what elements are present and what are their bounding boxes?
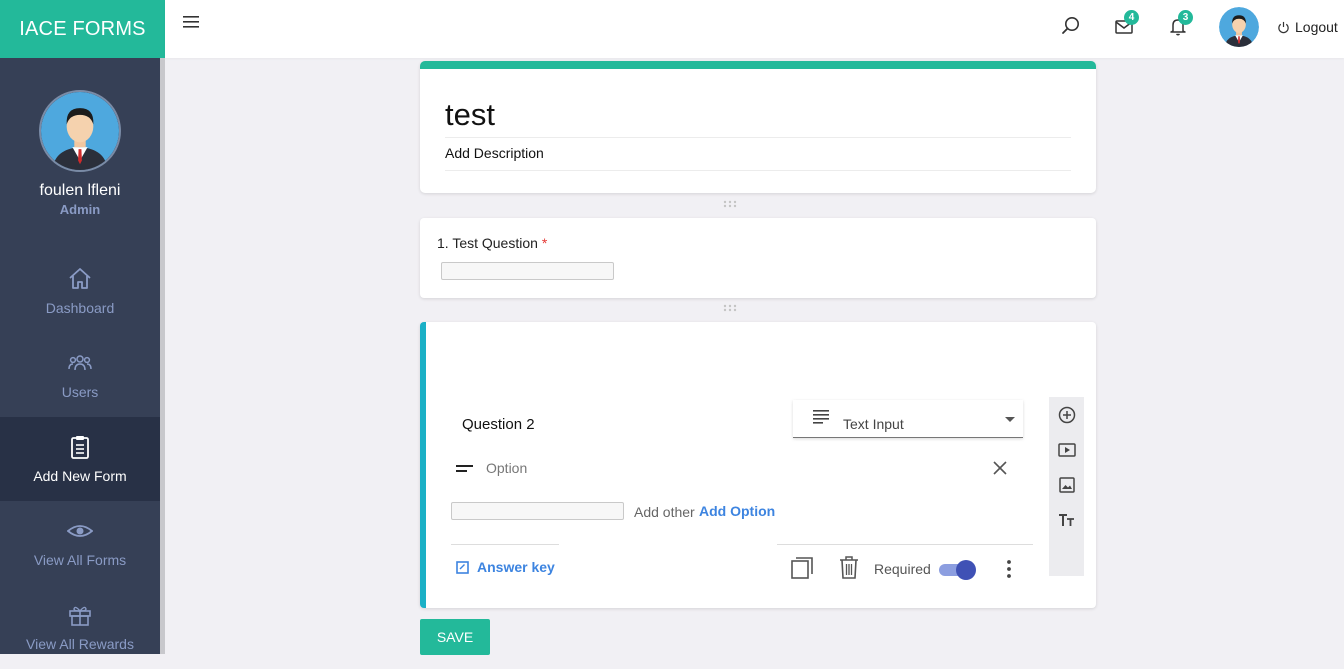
form-description[interactable]: Add Description xyxy=(445,145,1071,171)
sidebar-item-users[interactable]: Users xyxy=(0,333,160,417)
users-icon xyxy=(68,355,92,371)
avatar[interactable] xyxy=(1219,7,1259,47)
save-button[interactable]: SAVE xyxy=(420,619,490,655)
question-type-label: Text Input xyxy=(843,416,904,432)
question-1-text: 1. Test Question xyxy=(437,235,538,251)
question-card-2[interactable]: Question 2 Text Input Option Add other A… xyxy=(420,322,1096,608)
toggle-knob xyxy=(956,560,976,580)
sidebar-item-label: Users xyxy=(61,384,99,400)
form-title[interactable]: test xyxy=(445,97,1071,138)
sidebar-item-view-all-forms[interactable]: View All Forms xyxy=(0,501,160,585)
top-bar: 4 3 Logout xyxy=(165,0,1344,58)
gift-icon xyxy=(69,606,91,626)
image-icon[interactable] xyxy=(1057,475,1077,495)
add-option-link[interactable]: Add Option xyxy=(699,503,775,519)
option-input[interactable] xyxy=(451,502,624,520)
sidebar-scrollbar[interactable] xyxy=(160,58,165,654)
sidebar-avatar xyxy=(39,90,121,172)
sidebar-item-label: View All Forms xyxy=(33,552,127,568)
answer-key-label: Answer key xyxy=(477,559,555,575)
sidebar-item-view-all-rewards[interactable]: View All Rewards xyxy=(0,585,160,669)
video-icon[interactable] xyxy=(1057,440,1077,460)
question-2-title[interactable]: Question 2 xyxy=(462,416,535,433)
add-circle-icon[interactable] xyxy=(1057,405,1077,425)
user-role: Admin xyxy=(59,202,101,217)
question-1-label: 1. Test Question * xyxy=(437,235,547,251)
home-icon xyxy=(69,268,91,289)
question-1-answer-input[interactable] xyxy=(441,262,614,280)
menu-icon[interactable] xyxy=(183,14,201,30)
text-format-icon[interactable] xyxy=(1057,510,1077,530)
option-label[interactable]: Option xyxy=(486,460,527,476)
sidebar-item-label: Dashboard xyxy=(45,300,115,316)
required-mark: * xyxy=(541,235,548,251)
caret-down-icon xyxy=(1005,417,1015,422)
sidebar-item-label: Add New Form xyxy=(33,468,127,484)
checkbox-icon xyxy=(456,560,469,574)
close-icon[interactable] xyxy=(992,460,1008,476)
divider xyxy=(777,544,1033,545)
drag-handle-icon[interactable] xyxy=(722,200,738,208)
answer-key-button[interactable]: Answer key xyxy=(456,559,555,575)
divider xyxy=(451,544,559,545)
sidebar-item-add-new-form[interactable]: Add New Form xyxy=(0,417,160,501)
logout-button[interactable]: Logout xyxy=(1277,19,1338,35)
add-other-link[interactable]: Add other xyxy=(634,504,695,520)
sidebar-item-dashboard[interactable]: Dashboard xyxy=(0,249,160,333)
question-tools-panel xyxy=(1049,397,1084,576)
text-lines-icon xyxy=(813,410,829,424)
notification-count-badge: 3 xyxy=(1178,10,1193,25)
power-icon xyxy=(1278,21,1289,33)
copy-icon[interactable] xyxy=(790,556,814,580)
sidebar: foulen lfleni Admin Dashboard Users Add … xyxy=(0,58,160,654)
mail-count-badge: 4 xyxy=(1124,10,1139,25)
user-name: foulen lfleni xyxy=(39,182,121,199)
logout-label: Logout xyxy=(1295,19,1338,35)
sidebar-item-label: View All Rewards xyxy=(26,636,134,652)
required-label: Required xyxy=(874,561,931,577)
mail-button[interactable]: 4 xyxy=(1114,10,1139,37)
form-header-card: test Add Description xyxy=(420,61,1096,193)
question-type-select[interactable]: Text Input xyxy=(793,400,1023,438)
required-toggle[interactable] xyxy=(939,560,977,580)
clipboard-icon xyxy=(71,436,89,459)
more-vert-icon[interactable] xyxy=(1006,559,1012,579)
question-card-1[interactable]: 1. Test Question * xyxy=(420,218,1096,298)
notification-button[interactable]: 3 xyxy=(1168,10,1193,37)
search-icon[interactable] xyxy=(1060,15,1082,37)
drag-handle-icon[interactable] xyxy=(722,304,738,312)
trash-icon[interactable] xyxy=(839,555,859,579)
eye-icon xyxy=(67,525,93,537)
app-brand[interactable]: IACE FORMS xyxy=(0,0,165,58)
short-text-icon xyxy=(456,465,473,472)
